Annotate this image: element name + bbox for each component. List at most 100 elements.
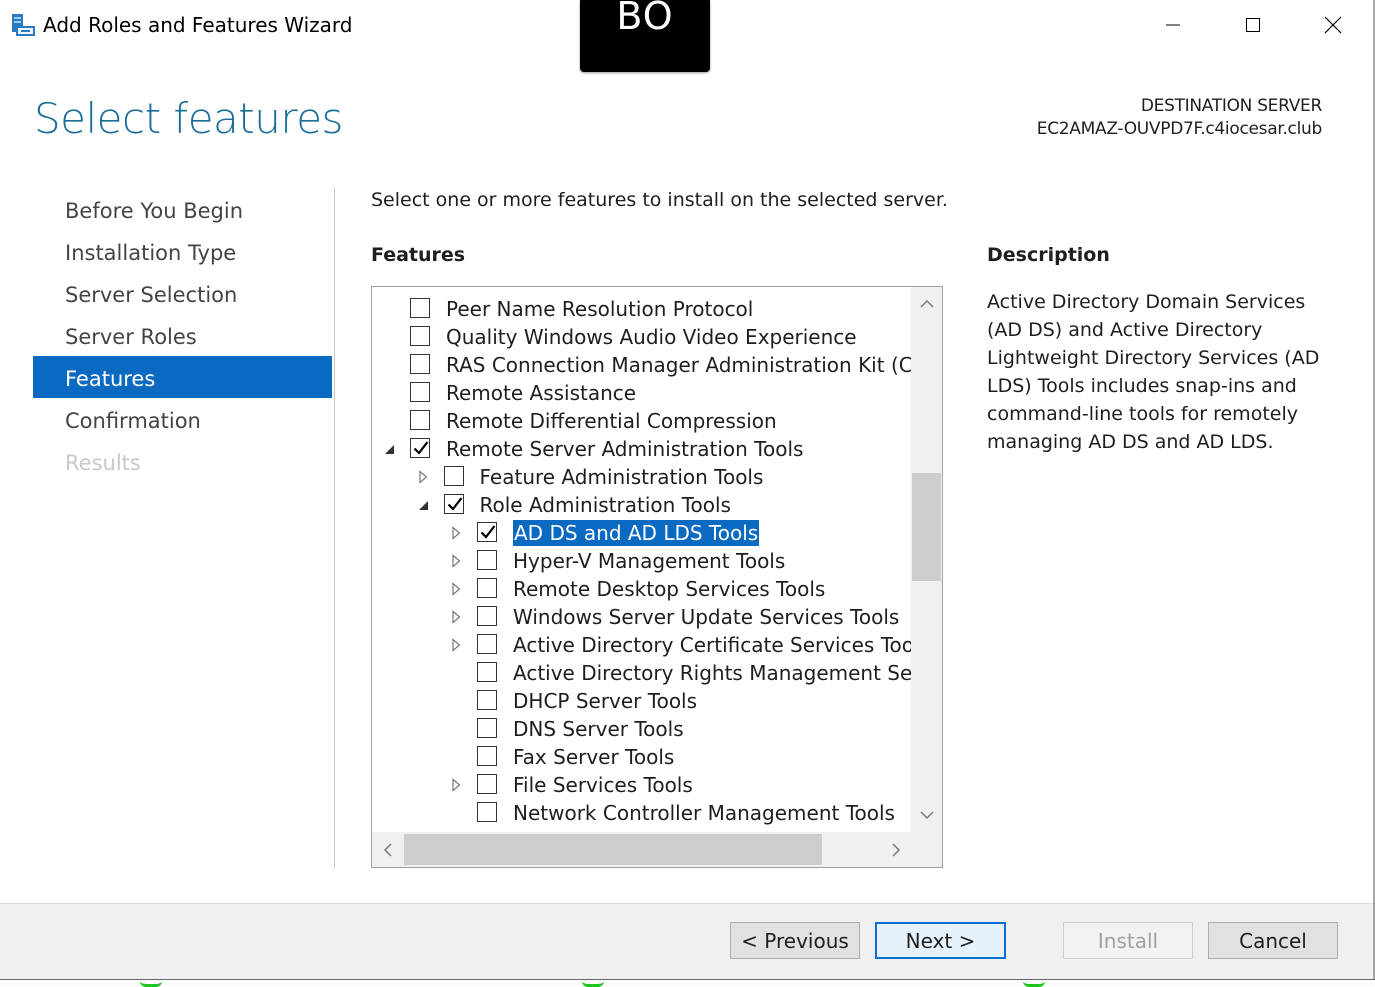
feature-label[interactable]: AD DS and AD LDS Tools	[513, 520, 760, 546]
page-title: Select features	[34, 94, 343, 143]
feature-checkbox[interactable]	[477, 718, 497, 738]
feature-checkbox[interactable]	[410, 298, 430, 318]
vertical-scrollbar[interactable]	[911, 287, 942, 832]
feature-row[interactable]: Active Directory Certificate Services To…	[372, 631, 930, 659]
overlay-badge: BO	[580, 0, 710, 72]
scroll-corner	[911, 832, 942, 867]
scroll-right-button[interactable]	[880, 832, 911, 867]
horizontal-scrollbar[interactable]	[372, 832, 911, 867]
minimize-button[interactable]	[1150, 0, 1196, 50]
feature-checkbox[interactable]	[410, 354, 430, 374]
feature-label[interactable]: Remote Differential Compression	[446, 407, 777, 435]
feature-row[interactable]: Peer Name Resolution Protocol	[372, 295, 911, 323]
expanded-arrow-icon[interactable]	[416, 491, 430, 519]
collapsed-arrow-icon[interactable]	[449, 771, 463, 799]
feature-row[interactable]: Active Directory Rights Management Servi…	[372, 659, 942, 687]
description-heading: Description	[987, 244, 1110, 266]
feature-checkbox[interactable]	[477, 802, 497, 822]
feature-row[interactable]: RAS Connection Manager Administration Ki…	[372, 351, 942, 379]
feature-row[interactable]: Remote Desktop Services Tools	[372, 575, 911, 603]
feature-label[interactable]: Windows Server Update Services Tools	[513, 603, 899, 631]
feature-row[interactable]: Remote Assistance	[372, 379, 911, 407]
feature-checkbox[interactable]	[477, 634, 497, 654]
feature-row[interactable]: Windows Server Update Services Tools	[372, 603, 911, 631]
feature-row[interactable]: Remote Differential Compression	[372, 407, 911, 435]
collapsed-arrow-icon[interactable]	[449, 631, 463, 659]
close-icon	[1324, 16, 1342, 34]
destination-server: DESTINATION SERVER EC2AMAZ-OUVPD7F.c4ioc…	[1037, 95, 1323, 141]
feature-label[interactable]: Fax Server Tools	[513, 743, 674, 771]
feature-checkbox[interactable]	[410, 410, 430, 430]
feature-row[interactable]: Network Controller Management Tools	[372, 799, 911, 827]
nav-item-installation-type[interactable]: Installation Type	[33, 230, 332, 272]
nav-item-before-you-begin[interactable]: Before You Begin	[33, 188, 332, 230]
collapsed-arrow-icon[interactable]	[449, 575, 463, 603]
feature-checkbox[interactable]	[477, 578, 497, 598]
next-button[interactable]: Next >	[875, 922, 1006, 959]
feature-checkbox[interactable]	[477, 550, 497, 570]
feature-row[interactable]: Quality Windows Audio Video Experience	[372, 323, 911, 351]
feature-row[interactable]: Hyper-V Management Tools	[372, 547, 911, 575]
maximize-button[interactable]	[1230, 0, 1276, 50]
feature-checkbox[interactable]	[443, 494, 464, 514]
background-strip	[0, 979, 1375, 985]
feature-checkbox[interactable]	[410, 326, 430, 346]
feature-row[interactable]: AD DS and AD LDS Tools	[372, 519, 911, 547]
nav-item-confirmation[interactable]: Confirmation	[33, 398, 332, 440]
collapsed-arrow-icon[interactable]	[416, 463, 430, 491]
feature-label[interactable]: Peer Name Resolution Protocol	[446, 295, 753, 323]
feature-checkbox[interactable]	[477, 774, 497, 794]
install-button: Install	[1063, 922, 1193, 959]
feature-label[interactable]: Remote Server Administration Tools	[446, 435, 803, 463]
vertical-scroll-thumb[interactable]	[912, 473, 941, 581]
feature-row[interactable]: DHCP Server Tools	[372, 687, 911, 715]
feature-label[interactable]: File Services Tools	[513, 771, 693, 799]
scroll-left-button[interactable]	[372, 832, 403, 867]
intro-text: Select one or more features to install o…	[371, 189, 948, 211]
feature-label[interactable]: Quality Windows Audio Video Experience	[446, 323, 857, 351]
close-button[interactable]	[1310, 0, 1356, 50]
feature-row[interactable]: Feature Administration Tools	[372, 463, 911, 491]
cancel-button[interactable]: Cancel	[1208, 922, 1338, 959]
feature-label[interactable]: Network Controller Management Tools	[513, 799, 895, 827]
feature-row[interactable]: Fax Server Tools	[372, 743, 911, 771]
expanded-arrow-icon[interactable]	[382, 435, 396, 463]
feature-label[interactable]: RAS Connection Manager Administration Ki…	[446, 351, 942, 379]
previous-button[interactable]: < Previous	[730, 922, 860, 959]
collapsed-arrow-icon[interactable]	[449, 547, 463, 575]
feature-label[interactable]: Active Directory Certificate Services To…	[513, 631, 930, 659]
feature-label[interactable]: Feature Administration Tools	[480, 463, 764, 491]
feature-checkbox[interactable]	[477, 606, 497, 626]
feature-checkbox[interactable]	[477, 662, 497, 682]
feature-checkbox[interactable]	[477, 522, 497, 542]
scroll-up-button[interactable]	[911, 287, 942, 321]
nav-item-features[interactable]: Features	[33, 356, 332, 398]
feature-label[interactable]: Remote Assistance	[446, 379, 636, 407]
collapsed-arrow-icon[interactable]	[449, 519, 463, 547]
nav-item-server-selection[interactable]: Server Selection	[33, 272, 332, 314]
wizard-footer: < Previous Next > Install Cancel	[0, 903, 1375, 980]
feature-row[interactable]: Remote Server Administration Tools	[372, 435, 911, 463]
feature-label[interactable]: DHCP Server Tools	[513, 687, 697, 715]
collapsed-arrow-icon[interactable]	[449, 603, 463, 631]
horizontal-scroll-thumb[interactable]	[404, 834, 822, 865]
destination-label: DESTINATION SERVER	[1140, 96, 1322, 116]
feature-label[interactable]: Role Administration Tools	[480, 491, 731, 519]
feature-checkbox[interactable]	[443, 466, 464, 486]
feature-checkbox[interactable]	[477, 690, 497, 710]
description-text: Active Directory Domain Services (AD DS)…	[987, 291, 1320, 453]
feature-row[interactable]: File Services Tools	[372, 771, 911, 799]
feature-checkbox[interactable]	[410, 438, 430, 458]
nav-item-server-roles[interactable]: Server Roles	[33, 314, 332, 356]
feature-row[interactable]: DNS Server Tools	[372, 715, 911, 743]
scroll-down-button[interactable]	[911, 798, 942, 832]
feature-row[interactable]: Role Administration Tools	[372, 491, 911, 519]
feature-label[interactable]: Hyper-V Management Tools	[513, 547, 785, 575]
feature-checkbox[interactable]	[410, 382, 430, 402]
feature-checkbox[interactable]	[477, 746, 497, 766]
feature-label[interactable]: DNS Server Tools	[513, 715, 684, 743]
chevron-up-icon	[919, 299, 934, 308]
feature-label[interactable]: Remote Desktop Services Tools	[513, 575, 825, 603]
features-tree[interactable]: Peer Name Resolution Protocol Quality Win…	[371, 286, 943, 868]
feature-label[interactable]: Active Directory Rights Management Servi…	[513, 659, 942, 687]
